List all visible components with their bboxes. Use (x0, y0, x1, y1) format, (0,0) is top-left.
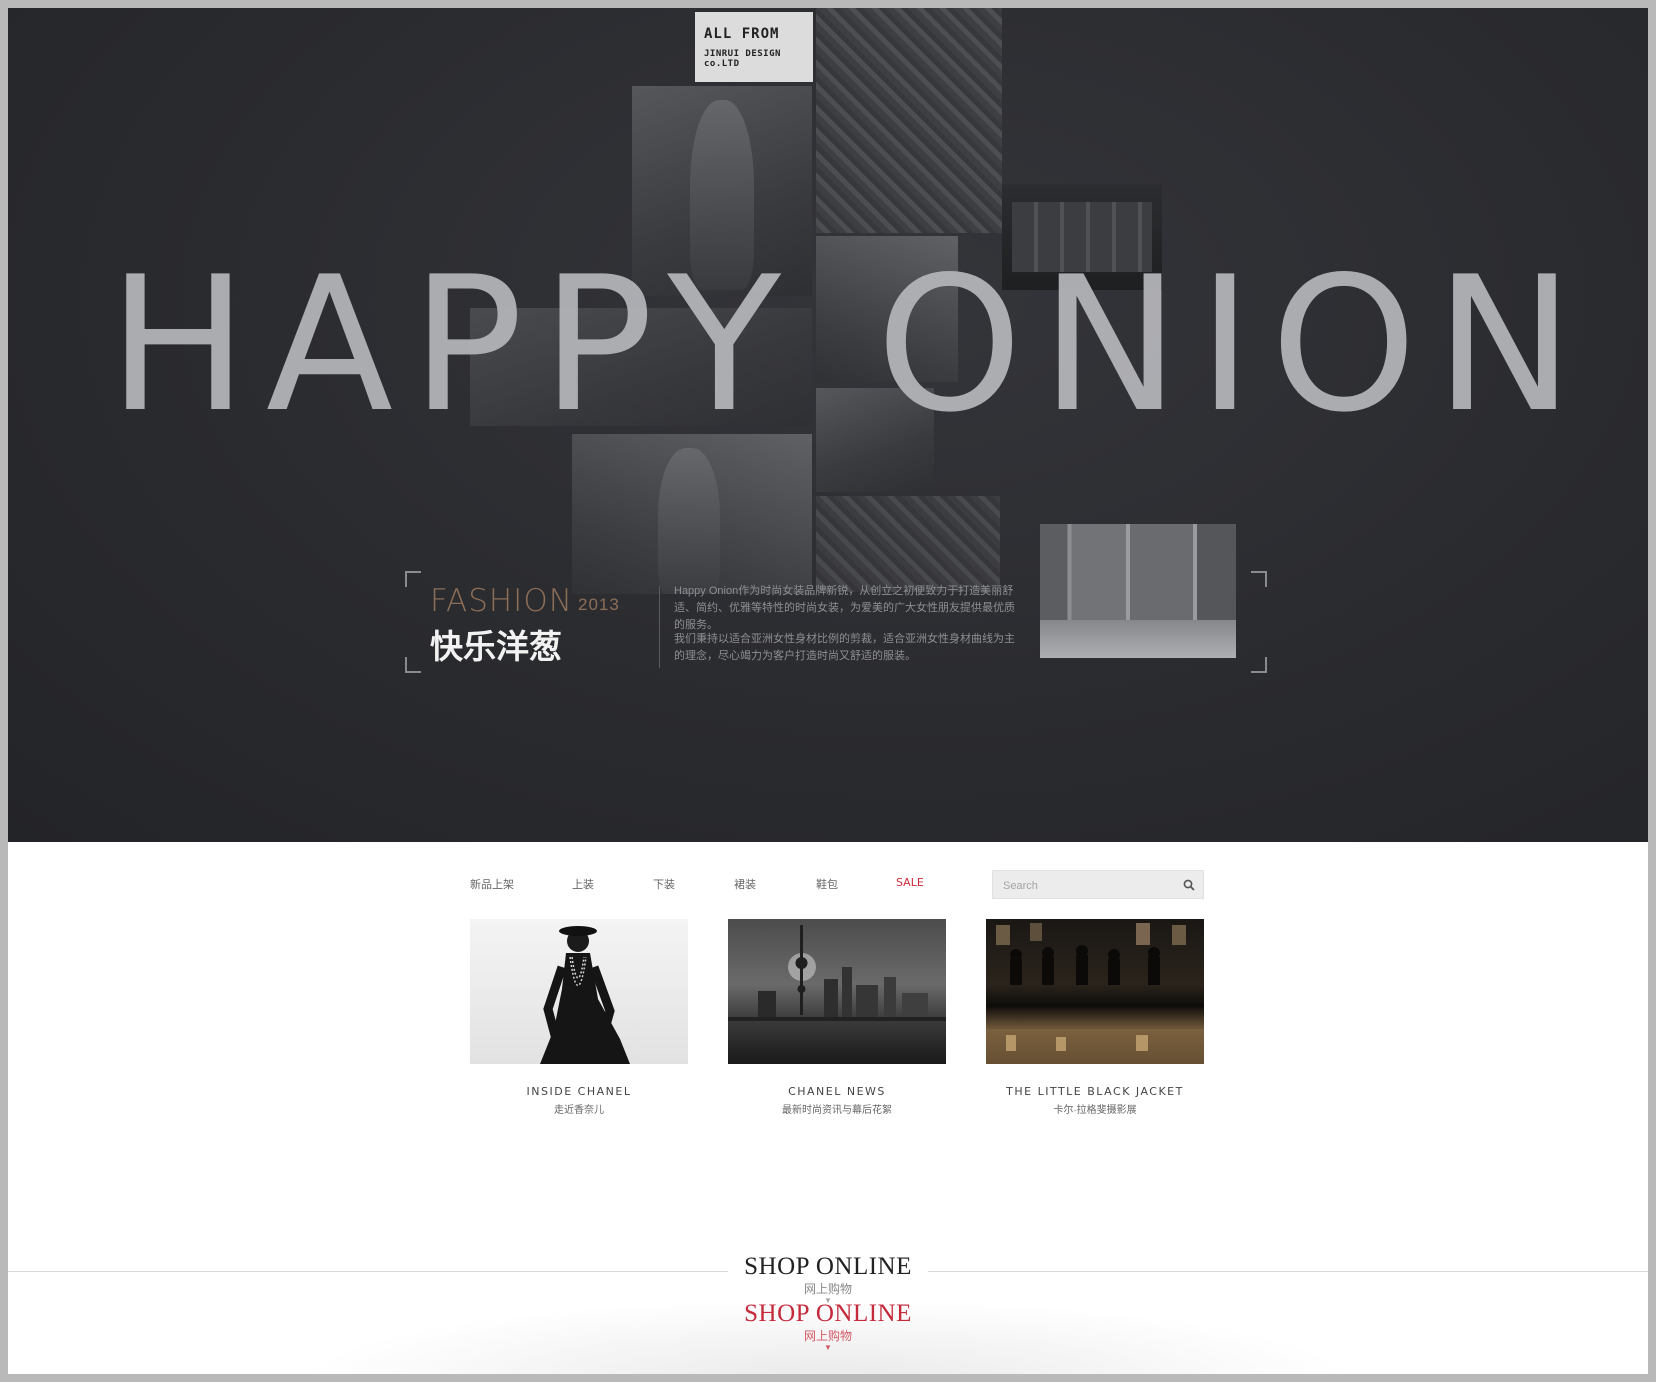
search-box (992, 870, 1204, 899)
page-frame: ALL FROM JINRUI DESIGN co.LTD HAPPY ONIO… (8, 8, 1648, 1374)
card-subtitle-3: 卡尔·拉格斐摄影展 (1053, 1105, 1137, 1116)
nav-item-sale[interactable]: SALE (896, 876, 924, 889)
frame-corner-tr (1251, 571, 1267, 587)
card-image-little-black-jacket[interactable] (986, 919, 1204, 1064)
frame-corner-tl (405, 571, 421, 587)
chevron-down-icon: ▼ (824, 1343, 832, 1352)
intro-paragraph-1: Happy Onion作为时尚女装品牌新锐，从创立之初便致力于打造美丽舒适、简约… (674, 585, 1015, 631)
search-icon[interactable] (1183, 879, 1195, 891)
shop-online-button[interactable]: SHOP ONLINE 网上购物 ▼ (728, 1253, 928, 1305)
shop-online-button-hover[interactable]: SHOP ONLINE 网上购物 ▼ (728, 1300, 928, 1352)
card-title-1[interactable]: INSIDE CHANEL (449, 1085, 709, 1098)
collage-photo-pattern-dress (816, 496, 1000, 592)
nav-item-dresses[interactable]: 裙装 (734, 876, 756, 892)
shop-online-label-active: SHOP ONLINE (744, 1300, 912, 1327)
card-title-3[interactable]: THE LITTLE BLACK JACKET (965, 1085, 1225, 1098)
shop-online-label: SHOP ONLINE (744, 1253, 912, 1280)
brand-tag-box: ALL FROM JINRUI DESIGN co.LTD (695, 12, 813, 82)
collage-photo-print-top (816, 8, 1002, 233)
store-front-photo (1040, 524, 1236, 658)
collage-photo-model-2 (572, 434, 812, 594)
card-subtitle-1: 走近香奈儿 (554, 1105, 604, 1116)
fashion-year: 2013 (578, 595, 620, 614)
hero-banner: ALL FROM JINRUI DESIGN co.LTD HAPPY ONIO… (8, 8, 1648, 842)
card-image-chanel-news[interactable] (728, 919, 946, 1064)
shop-online-label-cn: 网上购物 (803, 1282, 852, 1296)
nav-item-new[interactable]: 新品上架 (470, 876, 514, 892)
tag-line-2: JINRUI DESIGN co.LTD (704, 49, 781, 69)
brand-title-cn: 快乐洋葱 (430, 627, 562, 666)
fashion-label: FASHION (430, 583, 573, 619)
nav-item-tops[interactable]: 上装 (572, 876, 594, 892)
shop-online-label-cn-active: 网上购物 (803, 1329, 852, 1343)
intro-paragraph-2: 我们秉持以适合亚洲女性身材比例的剪裁，适合亚洲女性身材曲线为主的理念，尽心竭力为… (674, 633, 1015, 662)
intro-divider (659, 586, 660, 668)
brand-headline: HAPPY ONION (108, 236, 1593, 453)
card-title-2[interactable]: CHANEL NEWS (707, 1085, 967, 1098)
search-input[interactable] (1001, 877, 1175, 895)
card-subtitle-2: 最新时尚资讯与幕后花絮 (782, 1105, 892, 1116)
card-image-inside-chanel[interactable] (470, 919, 688, 1064)
frame-corner-br (1251, 657, 1267, 673)
nav-item-bottoms[interactable]: 下装 (653, 876, 675, 892)
tag-line-1: ALL FROM (704, 26, 780, 42)
nav-item-shoes-bags[interactable]: 鞋包 (816, 876, 838, 892)
frame-corner-bl (405, 657, 421, 673)
